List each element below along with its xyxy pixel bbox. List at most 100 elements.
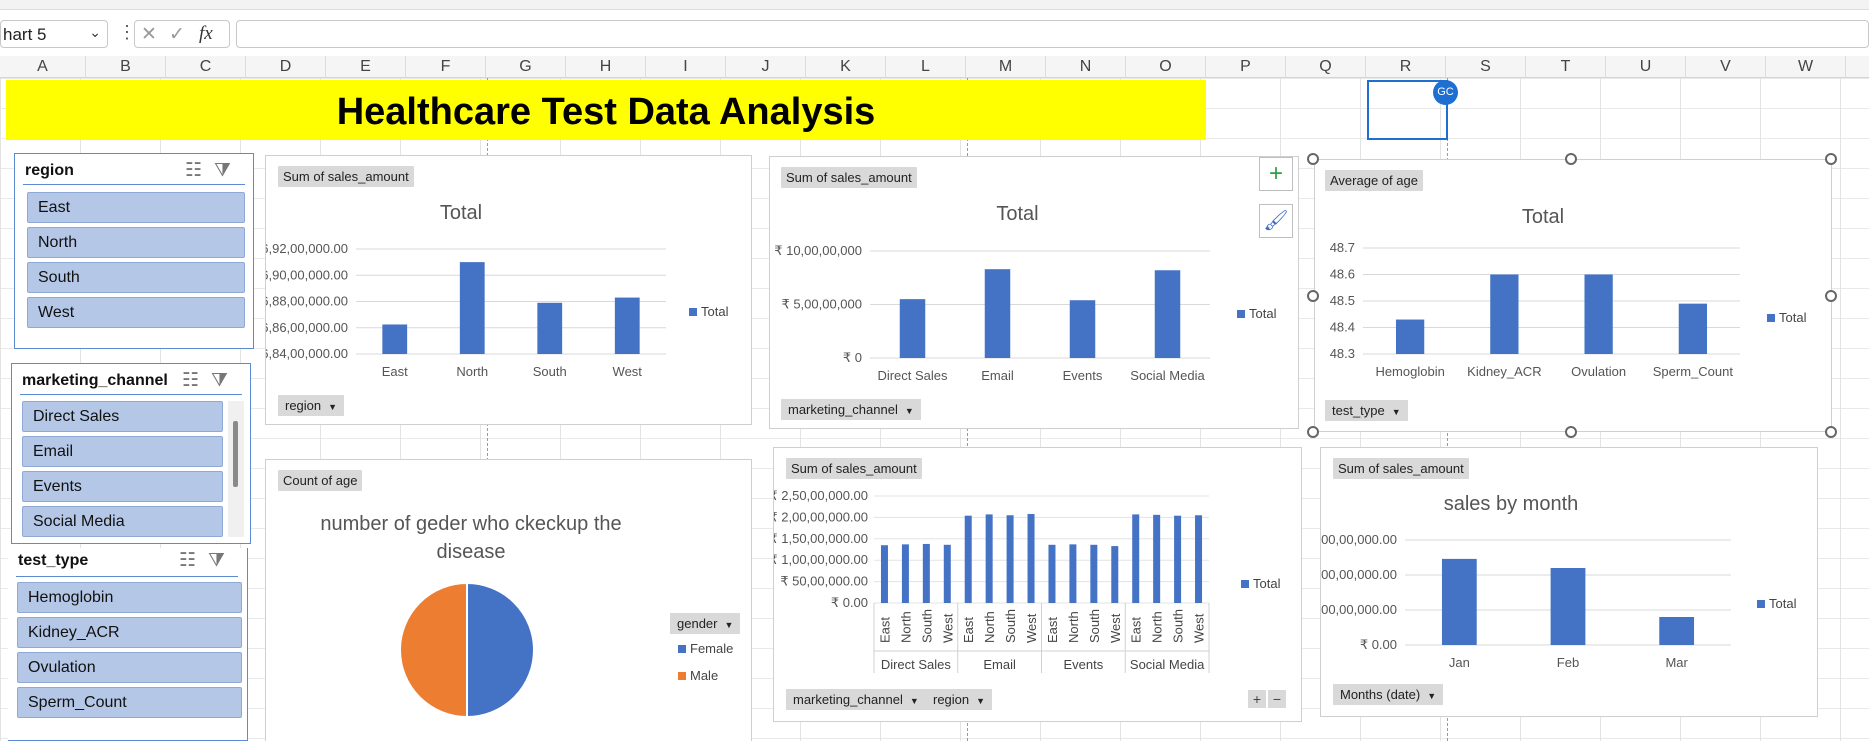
dropdown-arrow-icon: ▼	[976, 695, 986, 706]
scrollbar-thumb[interactable]	[233, 421, 238, 487]
slicer-item[interactable]: Social Media	[22, 506, 223, 537]
column-header-v[interactable]: V	[1686, 56, 1766, 78]
resize-handle[interactable]	[1307, 426, 1319, 438]
chart-legend: Total	[1767, 310, 1806, 325]
y-tick-label: ₹ 6,88,00,000.00	[266, 294, 348, 309]
chevron-down-icon[interactable]: ⌄	[89, 24, 101, 41]
column-header-m[interactable]: M	[966, 56, 1046, 78]
column-header-h[interactable]: H	[566, 56, 646, 78]
slicer-item[interactable]: Email	[22, 436, 223, 467]
resize-handle[interactable]	[1565, 426, 1577, 438]
collapse-field-button[interactable]: −	[1268, 690, 1286, 708]
clear-filter-icon[interactable]: ⧩	[211, 370, 240, 391]
slicer-item[interactable]: Hemoglobin	[17, 582, 242, 613]
x-tick-label: East	[877, 617, 892, 643]
x-tick-label: South	[919, 609, 934, 643]
column-header-g[interactable]: G	[486, 56, 566, 78]
page-title: Healthcare Test Data Analysis	[336, 91, 876, 133]
column-header-q[interactable]: Q	[1286, 56, 1366, 78]
axis-field-button[interactable]: region ▼	[278, 395, 345, 416]
legend-swatch	[678, 645, 686, 653]
axis-field-button[interactable]: test_type ▼	[1325, 400, 1408, 421]
column-header-s[interactable]: S	[1446, 56, 1526, 78]
chart-average-age[interactable]: Average of age Total 48.7 48.6 48.5 48.4 48.…	[1314, 159, 1832, 432]
x-tick-label: West	[1192, 613, 1207, 643]
slicer-item[interactable]: East	[27, 192, 245, 223]
y-tick-label: ₹ 6,90,00,000.00	[266, 267, 348, 282]
y-tick-label: ₹ 15,00,00,000.00	[1321, 532, 1397, 547]
chart-elements-button[interactable]: +	[1259, 157, 1293, 191]
insert-function-icon[interactable]: fx	[199, 23, 213, 45]
chart-sales-by-channel-region[interactable]: Sum of sales_amount ₹ 2,50,00,000.00 ₹ 2,…	[773, 447, 1302, 722]
slicer-marketing-channel[interactable]: marketing_channel ☷⧩ Direct Sales Email …	[11, 363, 251, 544]
resize-handle[interactable]	[1825, 153, 1837, 165]
axis-field-button[interactable]: marketing_channel ▼	[786, 689, 926, 710]
axis-field-button[interactable]: Months (date) ▼	[1333, 684, 1444, 705]
x-tick-label: East	[1129, 617, 1144, 643]
slicer-test-type[interactable]: test_type ☷⧩ Hemoglobin Kidney_ACR Ovula…	[8, 548, 248, 741]
column-header-r[interactable]: R	[1366, 56, 1446, 78]
axis-field-button[interactable]: region ▼	[926, 689, 993, 710]
slicer-item[interactable]: Events	[22, 471, 223, 502]
column-header-c[interactable]: C	[166, 56, 246, 78]
bar	[1584, 274, 1613, 354]
pie-slice	[399, 581, 468, 719]
bar	[1395, 319, 1425, 354]
slicer-item[interactable]: Direct Sales	[22, 401, 223, 432]
column-header-p[interactable]: P	[1206, 56, 1286, 78]
column-header-d[interactable]: D	[246, 56, 326, 78]
multi-select-icon[interactable]: ☷	[179, 550, 208, 571]
bar-chart-svg: 48.7 48.6 48.5 48.4 48.3 Hemoglobin Kidney_ACR…	[1330, 240, 1740, 379]
resize-handle[interactable]	[1307, 153, 1319, 165]
column-header-l[interactable]: L	[886, 56, 966, 78]
slicer-region[interactable]: region ☷⧩ East North South West	[14, 153, 254, 349]
chart-gender-pie[interactable]: Count of age number of geder who ckeckup…	[265, 459, 752, 741]
formula-input[interactable]	[236, 20, 1869, 48]
column-header-f[interactable]: F	[406, 56, 486, 78]
multi-select-icon[interactable]: ☷	[185, 160, 214, 181]
column-header-t[interactable]: T	[1526, 56, 1606, 78]
resize-handle[interactable]	[1565, 153, 1577, 165]
axis-field-button[interactable]: marketing_channel ▼	[781, 399, 921, 420]
slicer-item[interactable]: North	[27, 227, 245, 258]
slicer-item[interactable]: Sperm_Count	[17, 687, 242, 718]
slicer-title: marketing_channel	[22, 372, 168, 389]
chart-sales-by-region[interactable]: Sum of sales_amount Total ₹ 6,92,00,000.…	[265, 155, 752, 425]
legend-swatch	[1237, 310, 1245, 318]
slicer-item[interactable]: Kidney_ACR	[17, 617, 242, 648]
chart-sales-by-month[interactable]: Sum of sales_amount sales by month ₹ 15,…	[1320, 447, 1818, 717]
column-header-j[interactable]: J	[726, 56, 806, 78]
expand-field-button[interactable]: +	[1248, 690, 1266, 708]
multi-select-icon[interactable]: ☷	[182, 370, 211, 391]
column-header-e[interactable]: E	[326, 56, 406, 78]
column-header-k[interactable]: K	[806, 56, 886, 78]
chart-sales-by-channel[interactable]: Sum of sales_amount Total ₹ 10,00,00,000…	[769, 156, 1299, 429]
column-header-i[interactable]: I	[646, 56, 726, 78]
resize-handle[interactable]	[1825, 426, 1837, 438]
y-tick-label: 48.7	[1330, 240, 1355, 255]
slicer-item[interactable]: South	[27, 262, 245, 293]
axis-field-label: Months (date)	[1340, 687, 1421, 702]
resize-handle[interactable]	[1307, 290, 1319, 302]
slicer-item[interactable]: West	[27, 297, 245, 328]
column-header-u[interactable]: U	[1606, 56, 1686, 78]
column-headers: ABCDEFGHIJKLMNOPQRSTUVW	[0, 56, 1869, 78]
column-header-w[interactable]: W	[1766, 56, 1846, 78]
slicer-item[interactable]: Ovulation	[17, 652, 242, 683]
enter-check-icon[interactable]: ✓	[169, 23, 185, 46]
slicer-scrollbar[interactable]	[228, 401, 244, 537]
x-tick-label: East	[1045, 617, 1060, 643]
resize-handle[interactable]	[1825, 290, 1837, 302]
column-header-b[interactable]: B	[86, 56, 166, 78]
column-header-n[interactable]: N	[1046, 56, 1126, 78]
column-header-a[interactable]: A	[0, 56, 86, 78]
bar	[1174, 515, 1182, 603]
chart-styles-button[interactable]: 🖌	[1259, 204, 1293, 238]
column-header-o[interactable]: O	[1126, 56, 1206, 78]
clear-filter-icon[interactable]: ⧩	[214, 160, 243, 181]
name-box[interactable]: hart 5 ⌄	[0, 20, 108, 48]
cancel-icon[interactable]: ✕	[141, 23, 157, 46]
clear-filter-icon[interactable]: ⧩	[208, 550, 237, 571]
legend-field-button[interactable]: gender ▼	[670, 613, 741, 634]
legend-label: Total	[701, 304, 729, 319]
